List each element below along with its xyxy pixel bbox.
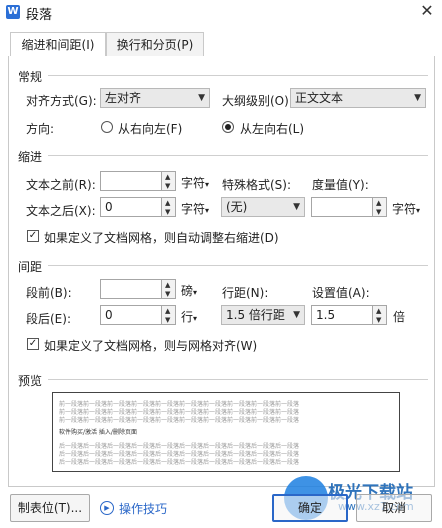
tab-stops-button[interactable]: 制表位(T)... <box>10 494 90 522</box>
spin-up-icon[interactable]: ▲ <box>165 199 170 207</box>
measure-spinner[interactable]: ▲ ▼ <box>373 197 387 217</box>
section-divider <box>48 265 428 266</box>
auto-adjust-checkbox[interactable]: ✓ <box>27 230 39 242</box>
chevron-down-icon: ▼ <box>414 93 421 103</box>
set-value-spinner[interactable]: ▲ ▼ <box>373 305 387 325</box>
chevron-down-icon: ▾ <box>193 288 198 297</box>
space-after-input[interactable]: 0 <box>100 305 162 325</box>
alignment-label: 对齐方式(G): <box>26 94 97 108</box>
outline-level-select[interactable]: 正文文本 ▼ <box>290 88 426 108</box>
unit-text: 字符 <box>181 202 206 216</box>
indent-after-spinner[interactable]: ▲ ▼ <box>162 197 176 217</box>
chevron-down-icon: ▼ <box>198 93 205 103</box>
spin-up-icon[interactable]: ▲ <box>165 173 170 181</box>
tips-link[interactable]: 操作技巧 <box>119 500 167 517</box>
ltr-radio[interactable] <box>222 121 234 133</box>
space-before-unit[interactable]: 磅▾ <box>181 282 197 299</box>
section-divider <box>48 155 428 156</box>
close-icon[interactable]: ✕ <box>418 2 436 20</box>
spin-down-icon[interactable]: ▼ <box>376 316 381 324</box>
spin-up-icon[interactable]: ▲ <box>376 307 381 315</box>
play-tips-icon[interactable]: ▶ <box>100 501 114 515</box>
chevron-down-icon: ▼ <box>293 202 300 212</box>
unit-text: 行 <box>181 310 194 324</box>
direction-label: 方向: <box>26 122 55 136</box>
line-spacing-label: 行距(N): <box>222 286 269 300</box>
wps-app-icon: W <box>6 5 20 19</box>
indent-before-label: 文本之前(R): <box>26 178 96 192</box>
chevron-down-icon: ▾ <box>416 206 421 215</box>
alignment-value: 左对齐 <box>105 91 142 105</box>
rtl-radio[interactable] <box>101 121 113 133</box>
indent-after-unit[interactable]: 字符▾ <box>181 200 209 217</box>
indent-after-label: 文本之后(X): <box>26 204 96 218</box>
space-before-input[interactable] <box>100 279 162 299</box>
special-format-select[interactable]: (无) ▼ <box>221 197 305 217</box>
section-general-title: 常规 <box>18 70 43 84</box>
indent-after-input[interactable]: 0 <box>100 197 162 217</box>
spin-down-icon[interactable]: ▼ <box>165 208 170 216</box>
spin-down-icon[interactable]: ▼ <box>376 208 381 216</box>
set-value-unit: 倍 <box>393 310 406 324</box>
spin-up-icon[interactable]: ▲ <box>165 307 170 315</box>
spin-down-icon[interactable]: ▼ <box>165 316 170 324</box>
section-indent-title: 缩进 <box>18 150 43 164</box>
preview-prev-line: 前一段落前一段落前一段落前一段落前一段落前一段落前一段落前一段落前一段落前一段落 <box>59 417 300 424</box>
special-format-value: (无) <box>226 200 248 214</box>
indent-before-spinner[interactable]: ▲ ▼ <box>162 171 176 191</box>
ok-button[interactable]: 确定 <box>272 494 348 522</box>
preview-sample-line: 软件购买/激活 插入/删除页面 <box>59 429 137 436</box>
chevron-down-icon: ▾ <box>193 314 198 323</box>
set-value-input[interactable]: 1.5 <box>311 305 373 325</box>
spin-down-icon[interactable]: ▼ <box>165 290 170 298</box>
dialog-title: 段落 <box>26 8 53 23</box>
measure-unit[interactable]: 字符▾ <box>392 200 420 217</box>
tab-line-page-breaks[interactable]: 换行和分页(P) <box>106 32 204 57</box>
chevron-down-icon: ▼ <box>293 310 300 320</box>
auto-adjust-label[interactable]: 如果定义了文档网格，则自动调整右缩进(D) <box>44 229 279 246</box>
unit-text: 字符 <box>181 176 206 190</box>
chevron-down-icon: ▾ <box>205 180 210 189</box>
line-spacing-value: 1.5 倍行距 <box>226 308 285 322</box>
spin-up-icon[interactable]: ▲ <box>376 199 381 207</box>
section-divider <box>48 379 428 380</box>
chevron-down-icon: ▾ <box>205 206 210 215</box>
rtl-label[interactable]: 从右向左(F) <box>118 120 182 137</box>
space-after-spinner[interactable]: ▲ ▼ <box>162 305 176 325</box>
line-spacing-select[interactable]: 1.5 倍行距 ▼ <box>221 305 305 325</box>
space-after-label: 段后(E): <box>26 312 71 326</box>
space-after-unit[interactable]: 行▾ <box>181 308 197 325</box>
unit-text: 磅 <box>181 284 194 298</box>
section-spacing-title: 间距 <box>18 260 43 274</box>
cancel-button[interactable]: 取消 <box>356 494 432 522</box>
paragraph-preview: 前一段落前一段落前一段落前一段落前一段落前一段落前一段落前一段落前一段落前一段落… <box>52 392 400 472</box>
alignment-select[interactable]: 左对齐 ▼ <box>100 88 210 108</box>
outline-level-value: 正文文本 <box>295 91 344 105</box>
space-before-label: 段前(B): <box>26 286 72 300</box>
spin-down-icon[interactable]: ▼ <box>165 182 170 190</box>
spin-up-icon[interactable]: ▲ <box>165 281 170 289</box>
section-divider <box>48 75 428 76</box>
indent-before-input[interactable] <box>100 171 162 191</box>
measure-label: 度量值(Y): <box>312 178 369 192</box>
tab-indent-spacing[interactable]: 缩进和间距(I) <box>10 32 106 58</box>
snap-to-grid-label[interactable]: 如果定义了文档网格，则与网格对齐(W) <box>44 337 257 354</box>
set-value-label: 设置值(A): <box>312 286 370 300</box>
unit-text: 字符 <box>392 202 417 216</box>
measure-input[interactable] <box>311 197 373 217</box>
special-format-label: 特殊格式(S): <box>222 178 292 192</box>
space-before-spinner[interactable]: ▲ ▼ <box>162 279 176 299</box>
outline-level-label: 大纲级别(O): <box>222 94 293 108</box>
indent-before-unit[interactable]: 字符▾ <box>181 174 209 191</box>
section-preview-title: 预览 <box>18 374 43 388</box>
snap-to-grid-checkbox[interactable]: ✓ <box>27 338 39 350</box>
title-bar <box>0 0 442 26</box>
ltr-label[interactable]: 从左向右(L) <box>240 120 304 137</box>
preview-next-line: 后一段落后一段落后一段落后一段落后一段落后一段落后一段落后一段落后一段落后一段落 <box>59 459 300 466</box>
